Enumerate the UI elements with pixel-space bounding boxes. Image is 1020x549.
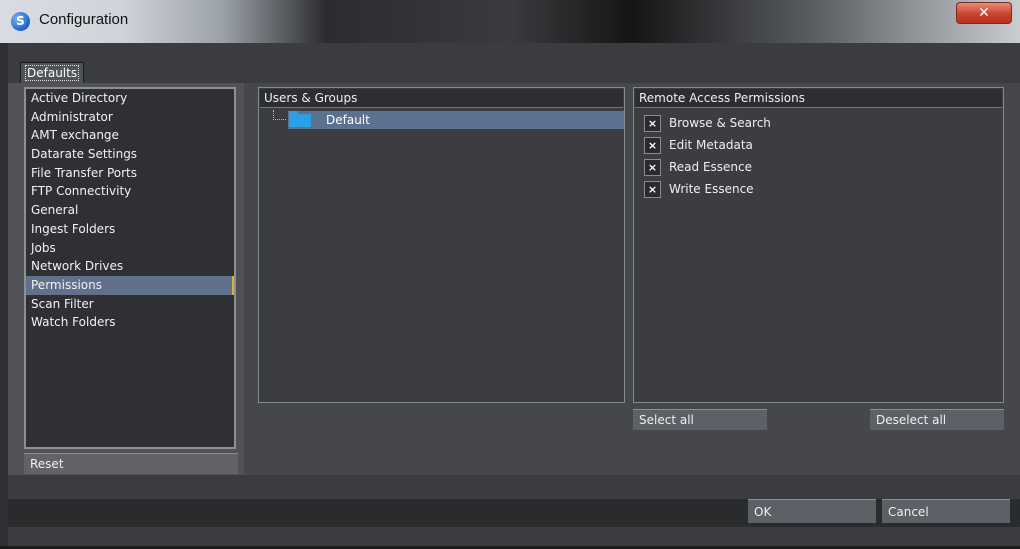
permissions-header: Remote Access Permissions [635,89,1002,108]
tree-connector [273,110,286,120]
category-item-ftp-connectivity[interactable]: FTP Connectivity [26,182,234,201]
category-item-administrator[interactable]: Administrator [26,108,234,127]
permission-checkbox[interactable]: × [644,181,661,198]
category-item-scan-filter[interactable]: Scan Filter [26,295,234,314]
cancel-button[interactable]: Cancel [882,499,1010,523]
permission-label: Browse & Search [669,116,771,130]
permission-label: Write Essence [669,182,754,196]
permission-checkbox[interactable]: × [644,115,661,132]
tab-defaults[interactable]: Defaults [20,62,85,83]
dialog-footer: OK Cancel [8,475,1020,549]
deselect-all-button[interactable]: Deselect all [870,409,1004,430]
category-item-amt-exchange[interactable]: AMT exchange [26,126,234,145]
folder-icon [289,111,311,127]
close-icon: ✕ [978,5,990,21]
tab-content: Active Directory Administrator AMT exchang… [8,83,1020,475]
users-groups-header: Users & Groups [260,89,623,108]
category-item-watch-folders[interactable]: Watch Folders [26,313,234,332]
category-list[interactable]: Active Directory Administrator AMT exchang… [24,87,236,449]
category-item-network-drives[interactable]: Network Drives [26,257,234,276]
users-groups-panel: Users & Groups Default [258,87,625,403]
permission-checkbox[interactable]: × [644,159,661,176]
title-bar[interactable]: S Configuration ✕ [0,0,1020,43]
tree-item-default[interactable]: Default [288,111,624,129]
permission-label: Edit Metadata [669,138,753,152]
client-area: Defaults Active Directory Administrator AM… [8,43,1020,549]
category-item-active-directory[interactable]: Active Directory [26,89,234,108]
category-item-permissions[interactable]: Permissions [26,275,234,295]
tab-defaults-label: Defaults [25,65,80,81]
permission-checkbox[interactable]: × [644,137,661,154]
window-title: Configuration [39,11,129,28]
select-all-button[interactable]: Select all [633,409,767,430]
configuration-window: S Configuration ✕ Defaults Active Direct… [0,0,1020,549]
category-item-general[interactable]: General [26,201,234,220]
ok-button[interactable]: OK [748,499,876,523]
category-item-ingest-folders[interactable]: Ingest Folders [26,220,234,239]
permission-label: Read Essence [669,160,753,174]
settings-panel: Users & Groups Default Remote Access Per… [244,83,1020,475]
reset-button[interactable]: Reset [24,453,238,474]
tab-strip: Defaults [8,43,1020,83]
category-item-file-transfer-ports[interactable]: File Transfer Ports [26,164,234,183]
close-button[interactable]: ✕ [956,2,1012,24]
category-item-datarate-settings[interactable]: Datarate Settings [26,145,234,164]
tree-item-label: Default [326,113,370,127]
category-item-jobs[interactable]: Jobs [26,239,234,258]
app-logo-icon: S [11,12,30,31]
remote-access-permissions-panel: Remote Access Permissions × Browse & Sear… [633,87,1004,403]
